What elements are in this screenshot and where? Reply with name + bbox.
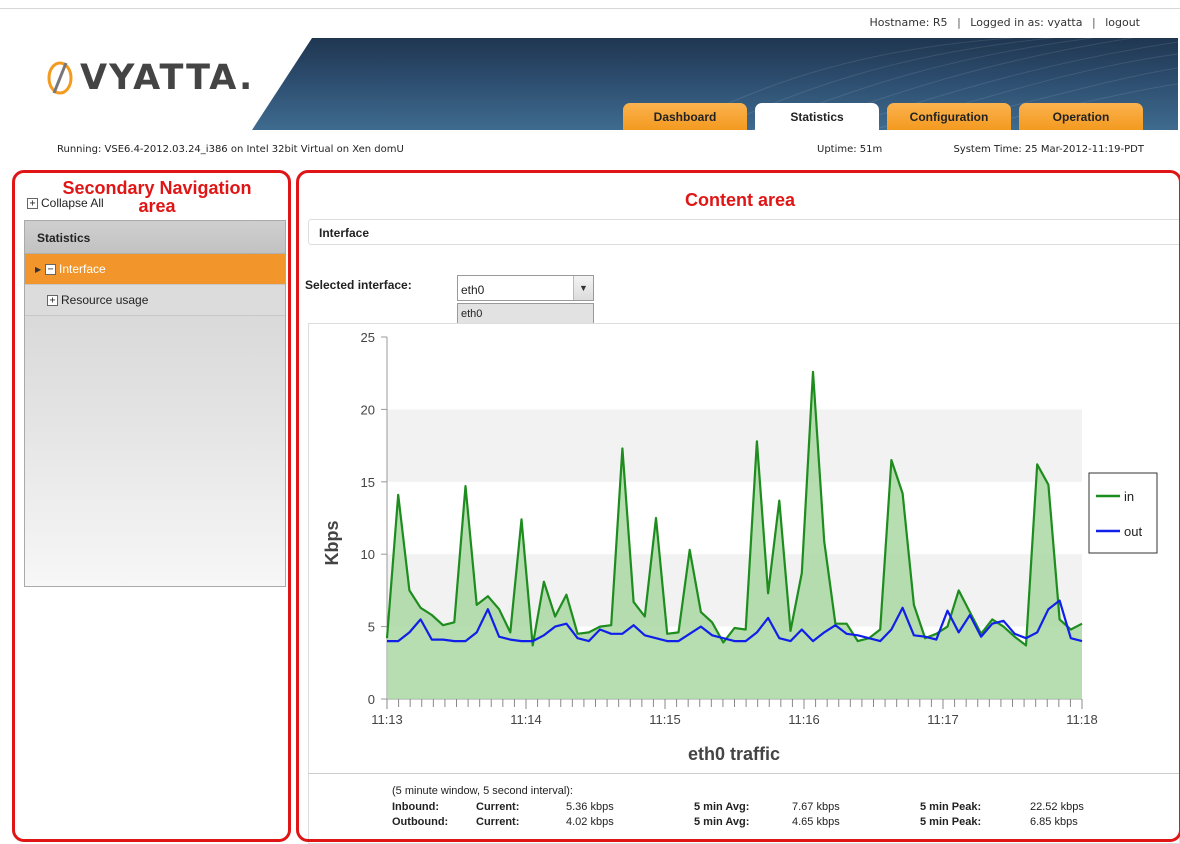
- system-time: System Time: 25 Mar-2012-11:19-PDT: [953, 144, 1144, 155]
- secondary-nav-annotation-label: Secondary Navigation area: [62, 178, 252, 216]
- main-tabs: Dashboard Statistics Configuration Opera…: [623, 103, 1151, 131]
- tab-dashboard[interactable]: Dashboard: [623, 103, 747, 130]
- content-area-annotation-box: [296, 170, 1180, 842]
- vyatta-logo-icon: [47, 61, 73, 95]
- tab-operation[interactable]: Operation: [1019, 103, 1143, 130]
- logout-link[interactable]: logout: [1105, 16, 1140, 29]
- vyatta-logo[interactable]: VYATTA.: [46, 58, 254, 98]
- logged-in-text: Logged in as: vyatta: [970, 16, 1083, 29]
- logo-text: VYATTA.: [80, 58, 255, 98]
- tab-statistics[interactable]: Statistics: [755, 103, 879, 131]
- secondary-nav-annotation-box: [12, 170, 291, 842]
- content-area-annotation-label: Content area: [684, 190, 796, 210]
- hostname-text: Hostname: R5: [869, 16, 948, 29]
- top-divider: [0, 8, 1180, 9]
- tab-configuration[interactable]: Configuration: [887, 103, 1011, 130]
- user-bar: Hostname: R5 | Logged in as: vyatta | lo…: [869, 16, 1140, 29]
- running-version: Running: VSE6.4-2012.03.24_i386 on Intel…: [57, 144, 404, 155]
- uptime: Uptime: 51m: [817, 144, 883, 155]
